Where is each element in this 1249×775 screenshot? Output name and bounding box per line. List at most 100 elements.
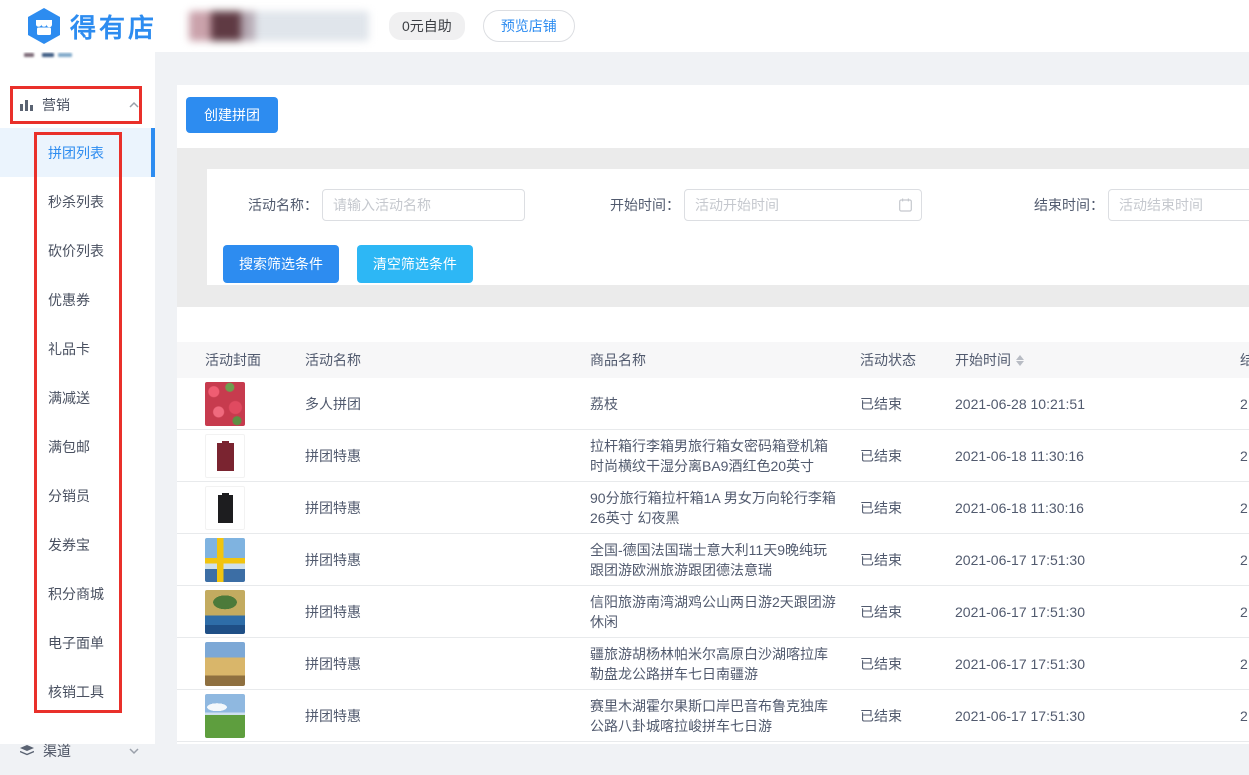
layers-icon — [20, 745, 34, 757]
sidebar-group-marketing[interactable]: 营销 — [0, 86, 155, 124]
storefront-logo-icon — [26, 7, 62, 45]
table-row: 多人拼团 荔枝 已结束 2021-06-28 10:21:51 2 — [177, 378, 1249, 430]
chevron-up-icon — [129, 101, 139, 109]
start-time-cell: 2021-06-17 17:51:30 — [955, 706, 1240, 726]
sidebar-group-channel[interactable]: 渠道 — [0, 726, 155, 775]
create-groupbuy-button[interactable]: 创建拼团 — [186, 97, 278, 133]
filter-panel: 活动名称： 开始时间： 结束时间： 搜索筛选条件 清空筛选条件 — [177, 148, 1249, 307]
start-time-label: 开始时间： — [610, 195, 680, 215]
table-row: 拼团特惠 赛里木湖霍尔果斯口岸巴音布鲁克独库公路八卦城喀拉峻拼车七日游 已结束 … — [177, 690, 1249, 742]
sidebar-item-seckill-list[interactable]: 秒杀列表 — [0, 177, 155, 226]
end-time-input[interactable] — [1108, 189, 1249, 221]
table-header-row: 活动封面 活动名称 商品名称 活动状态 开始时间 结束时间 — [177, 342, 1249, 378]
end-time-cell: 2 — [1240, 550, 1249, 570]
table-row: 拼团特惠 全国-德国法国瑞士意大利11天9晚纯玩跟团游欧洲旅游跟团德法意瑞 已结… — [177, 534, 1249, 586]
activity-cover-image — [205, 694, 245, 738]
main-content: 创建拼团 活动名称： 开始时间： 结束时间： 搜索筛选条件 — [177, 85, 1249, 744]
chevron-down-icon — [129, 747, 139, 755]
product-name-cell: 赛里木湖霍尔果斯口岸巴音布鲁克独库公路八卦城喀拉峻拼车七日游 — [590, 696, 860, 736]
start-time-cell: 2021-06-17 17:51:30 — [955, 602, 1240, 622]
end-time-cell: 2 — [1240, 654, 1249, 674]
header-product-name: 商品名称 — [590, 350, 860, 370]
activity-name-cell: 拼团特惠 — [305, 706, 590, 726]
calendar-icon — [899, 198, 912, 212]
activity-cover-image — [205, 382, 245, 426]
table-row: 拼团特惠 拉杆箱行李箱男旅行箱女密码箱登机箱时尚横纹干湿分离BA9酒红色20英寸… — [177, 430, 1249, 482]
product-name-cell: 90分旅行箱拉杆箱1A 男女万向轮行李箱 26英寸 幻夜黑 — [590, 488, 860, 528]
header-end-time: 结束时间 — [1240, 350, 1249, 370]
end-time-cell: 2 — [1240, 446, 1249, 466]
activity-name-cell: 拼团特惠 — [305, 446, 590, 466]
status-cell: 已结束 — [860, 446, 955, 466]
filter-card: 活动名称： 开始时间： 结束时间： 搜索筛选条件 清空筛选条件 — [207, 169, 1249, 285]
sidebar-item-full-free-shipping[interactable]: 满包邮 — [0, 422, 155, 471]
activity-cover-image — [205, 434, 245, 478]
table-row: 拼团特惠 90分旅行箱拉杆箱1A 男女万向轮行李箱 26英寸 幻夜黑 已结束 2… — [177, 482, 1249, 534]
table-row: 拼团特惠 疆旅游胡杨林帕米尔高原白沙湖喀拉库勒盘龙公路拼车七日南疆游 已结束 2… — [177, 638, 1249, 690]
activity-cover-image — [205, 538, 245, 582]
status-cell: 已结束 — [860, 394, 955, 414]
marketing-label: 营销 — [42, 95, 129, 115]
app-name: 得有店 — [70, 8, 157, 45]
sort-icon[interactable] — [1016, 355, 1024, 366]
end-time-cell: 2 — [1240, 602, 1249, 622]
sidebar-item-coupon-bao[interactable]: 发券宝 — [0, 520, 155, 569]
product-name-cell: 全国-德国法国瑞士意大利11天9晚纯玩跟团游欧洲旅游跟团德法意瑞 — [590, 540, 860, 580]
status-cell: 已结束 — [860, 654, 955, 674]
end-time-cell: 2 — [1240, 394, 1249, 414]
product-name-cell: 疆旅游胡杨林帕米尔高原白沙湖喀拉库勒盘龙公路拼车七日南疆游 — [590, 644, 860, 684]
status-cell: 已结束 — [860, 706, 955, 726]
activity-name-cell: 多人拼团 — [305, 394, 590, 414]
activity-cover-image — [205, 590, 245, 634]
activity-cover-image — [205, 642, 245, 686]
start-time-cell: 2021-06-17 17:51:30 — [955, 654, 1240, 674]
start-time-cell: 2021-06-17 17:51:30 — [955, 550, 1240, 570]
table-body: 多人拼团 荔枝 已结束 2021-06-28 10:21:51 2 拼团特惠 拉… — [177, 378, 1249, 744]
header-activity-name: 活动名称 — [305, 350, 590, 370]
activity-table: 活动封面 活动名称 商品名称 活动状态 开始时间 结束时间 多人拼团 荔枝 已结… — [177, 342, 1249, 744]
product-name-cell: 荔枝 — [590, 394, 860, 414]
activity-name-cell: 拼团特惠 — [305, 602, 590, 622]
sidebar-item-full-reduction[interactable]: 满减送 — [0, 373, 155, 422]
header-cover: 活动封面 — [205, 350, 305, 370]
table-row: 拼团特惠 信阳旅游南湾湖鸡公山两日游2天跟团游休闲 已结束 2021-06-17… — [177, 586, 1249, 638]
start-time-cell: 2021-06-18 11:30:16 — [955, 446, 1240, 466]
status-cell: 已结束 — [860, 498, 955, 518]
activity-cover-image — [205, 486, 245, 530]
zero-yuan-badge: 0元自助 — [389, 12, 465, 40]
app-logo: 得有店 — [26, 7, 157, 45]
sidebar-item-verification-tools[interactable]: 核销工具 — [0, 667, 155, 716]
sidebar-item-bargain-list[interactable]: 砍价列表 — [0, 226, 155, 275]
sidebar-item-e-waybill[interactable]: 电子面单 — [0, 618, 155, 667]
end-time-cell: 2 — [1240, 706, 1249, 726]
activity-name-input[interactable] — [322, 189, 525, 221]
sidebar-item-partial — [24, 53, 94, 58]
start-time-input[interactable] — [684, 189, 922, 221]
start-time-cell: 2021-06-18 11:30:16 — [955, 498, 1240, 518]
activity-name-label: 活动名称： — [248, 195, 318, 215]
sidebar-item-points-mall[interactable]: 积分商城 — [0, 569, 155, 618]
sidebar-item-distributor[interactable]: 分销员 — [0, 471, 155, 520]
bar-chart-icon — [20, 99, 33, 111]
sidebar-item-gift-card[interactable]: 礼品卡 — [0, 324, 155, 373]
end-time-label: 结束时间： — [1034, 195, 1104, 215]
product-name-cell: 信阳旅游南湾湖鸡公山两日游2天跟团游休闲 — [590, 592, 860, 632]
sidebar: 营销 拼团列表秒杀列表砍价列表优惠券礼品卡满减送满包邮分销员发券宝积分商城电子面… — [0, 52, 155, 744]
sidebar-item-coupon[interactable]: 优惠券 — [0, 275, 155, 324]
clear-filter-button[interactable]: 清空筛选条件 — [357, 245, 473, 283]
activity-name-cell: 拼团特惠 — [305, 654, 590, 674]
start-time-cell: 2021-06-28 10:21:51 — [955, 394, 1240, 414]
marketing-submenu: 拼团列表秒杀列表砍价列表优惠券礼品卡满减送满包邮分销员发券宝积分商城电子面单核销… — [0, 128, 155, 716]
status-cell: 已结束 — [860, 602, 955, 622]
end-time-cell: 2 — [1240, 498, 1249, 518]
sidebar-item-pintuan-list[interactable]: 拼团列表 — [0, 128, 155, 177]
header-start-time[interactable]: 开始时间 — [955, 350, 1240, 370]
top-header: 得有店 0元自助 预览店铺 — [0, 0, 1249, 52]
search-filter-button[interactable]: 搜索筛选条件 — [223, 245, 339, 283]
header-status: 活动状态 — [860, 350, 955, 370]
activity-name-cell: 拼团特惠 — [305, 498, 590, 518]
activity-name-cell: 拼团特惠 — [305, 550, 590, 570]
status-cell: 已结束 — [860, 550, 955, 570]
product-name-cell: 拉杆箱行李箱男旅行箱女密码箱登机箱时尚横纹干湿分离BA9酒红色20英寸 — [590, 436, 860, 476]
preview-shop-button[interactable]: 预览店铺 — [483, 10, 575, 42]
